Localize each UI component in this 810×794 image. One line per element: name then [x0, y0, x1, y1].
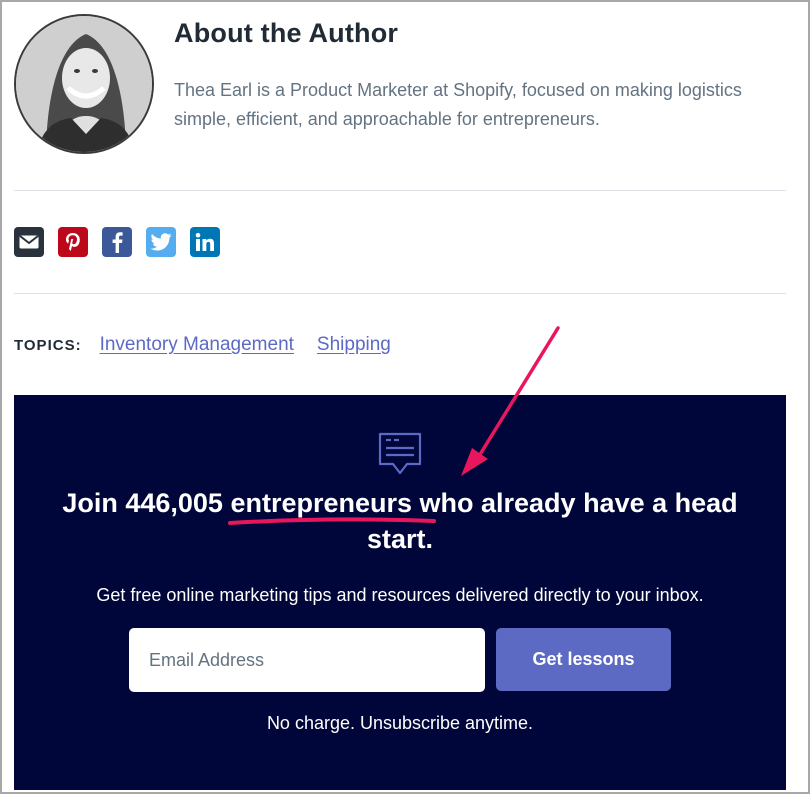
- facebook-icon: [112, 232, 123, 253]
- divider: [14, 293, 786, 294]
- headline-line-2: start.: [366, 524, 434, 554]
- topic-link-inventory-management[interactable]: Inventory Management: [100, 334, 294, 356]
- topic-link-shipping[interactable]: Shipping: [317, 334, 391, 356]
- author-bio: Thea Earl is a Product Marketer at Shopi…: [174, 80, 742, 129]
- twitter-share-button[interactable]: [146, 227, 176, 257]
- linkedin-icon: [195, 232, 214, 251]
- twitter-icon: [150, 233, 172, 251]
- email-input[interactable]: [129, 628, 485, 692]
- newsletter-subtext: Get free online marketing tips and resou…: [96, 585, 704, 605]
- topics-row: TOPICS: Inventory Management Shipping: [14, 334, 414, 356]
- newsletter-headline: Join 446,005 entrepreneurs who already h…: [14, 485, 786, 557]
- headline-line-1: Join 446,005 entrepreneurs who already h…: [62, 488, 738, 518]
- pinterest-icon: [66, 233, 80, 251]
- message-icon: [378, 432, 422, 475]
- get-lessons-button[interactable]: Get lessons: [496, 628, 671, 691]
- author-avatar: [14, 14, 154, 154]
- page-frame: About the Author Thea Earl is a Product …: [0, 0, 810, 794]
- pinterest-share-button[interactable]: [58, 227, 88, 257]
- share-bar: [14, 227, 220, 257]
- email-share-button[interactable]: [14, 227, 44, 257]
- newsletter-note: No charge. Unsubscribe anytime.: [266, 713, 534, 733]
- linkedin-share-button[interactable]: [190, 227, 220, 257]
- author-title: About the Author: [174, 18, 399, 48]
- envelope-icon: [19, 235, 39, 249]
- divider: [14, 190, 786, 191]
- newsletter-signup: Join 446,005 entrepreneurs who already h…: [14, 395, 786, 790]
- facebook-share-button[interactable]: [102, 227, 132, 257]
- topics-label: TOPICS:: [14, 336, 82, 354]
